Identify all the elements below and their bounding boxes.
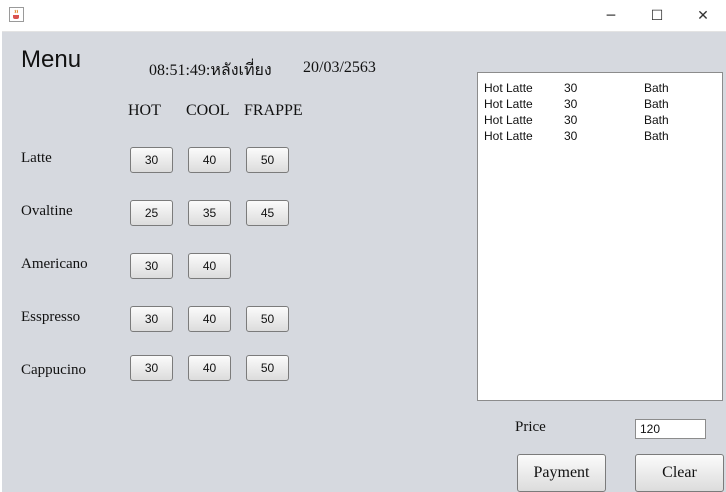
title-bar: ─ ☐ ✕ <box>0 0 726 32</box>
clock-label: 08:51:49:หลังเที่ยง <box>149 62 272 79</box>
price-label: Price <box>515 419 546 435</box>
order-item-price: 30 <box>564 97 578 111</box>
latte-cool-button[interactable]: 40 <box>188 147 231 173</box>
order-item-unit: Bath <box>644 129 669 143</box>
maximize-button[interactable]: ☐ <box>634 0 680 31</box>
order-item-name: Hot Latte <box>484 113 533 127</box>
menu-item-latte: Latte <box>21 150 52 166</box>
order-item-name: Hot Latte <box>484 129 533 143</box>
price-field[interactable]: 120 <box>635 419 706 439</box>
java-cup-icon[interactable] <box>9 7 24 22</box>
order-item-price: 30 <box>564 113 578 127</box>
order-item-unit: Bath <box>644 81 669 95</box>
page-title: Menu <box>21 46 82 73</box>
order-item-price: 30 <box>564 81 578 95</box>
americano-hot-button[interactable]: 30 <box>130 253 173 279</box>
menu-item-americano: Americano <box>21 256 88 272</box>
cappucino-cool-button[interactable]: 40 <box>188 355 231 381</box>
ovaltine-hot-button[interactable]: 25 <box>130 200 173 226</box>
menu-item-esspresso: Esspresso <box>21 309 81 325</box>
order-item-name: Hot Latte <box>484 97 533 111</box>
esspresso-frappe-button[interactable]: 50 <box>246 306 289 332</box>
order-list[interactable]: Hot Latte 30 Bath Hot Latte 30 Bath Hot … <box>477 72 723 401</box>
payment-button[interactable]: Payment <box>517 454 606 492</box>
esspresso-cool-button[interactable]: 40 <box>188 306 231 332</box>
minimize-button[interactable]: ─ <box>588 0 634 31</box>
column-header-hot: HOT <box>128 102 161 119</box>
date-label: 20/03/2563 <box>303 59 376 76</box>
order-item-price: 30 <box>564 129 578 143</box>
order-item-unit: Bath <box>644 97 669 111</box>
clear-button[interactable]: Clear <box>635 454 724 492</box>
americano-cool-button[interactable]: 40 <box>188 253 231 279</box>
order-item-unit: Bath <box>644 113 669 127</box>
close-button[interactable]: ✕ <box>680 0 726 31</box>
latte-hot-button[interactable]: 30 <box>130 147 173 173</box>
column-header-cool: COOL <box>186 102 230 119</box>
menu-item-ovaltine: Ovaltine <box>21 203 73 219</box>
window-edge <box>0 31 2 492</box>
cappucino-hot-button[interactable]: 30 <box>130 355 173 381</box>
latte-frappe-button[interactable]: 50 <box>246 147 289 173</box>
cappucino-frappe-button[interactable]: 50 <box>246 355 289 381</box>
ovaltine-cool-button[interactable]: 35 <box>188 200 231 226</box>
ovaltine-frappe-button[interactable]: 45 <box>246 200 289 226</box>
esspresso-hot-button[interactable]: 30 <box>130 306 173 332</box>
order-item-name: Hot Latte <box>484 81 533 95</box>
column-header-frappe: FRAPPE <box>244 102 303 119</box>
menu-item-cappucino: Cappucino <box>21 362 86 378</box>
